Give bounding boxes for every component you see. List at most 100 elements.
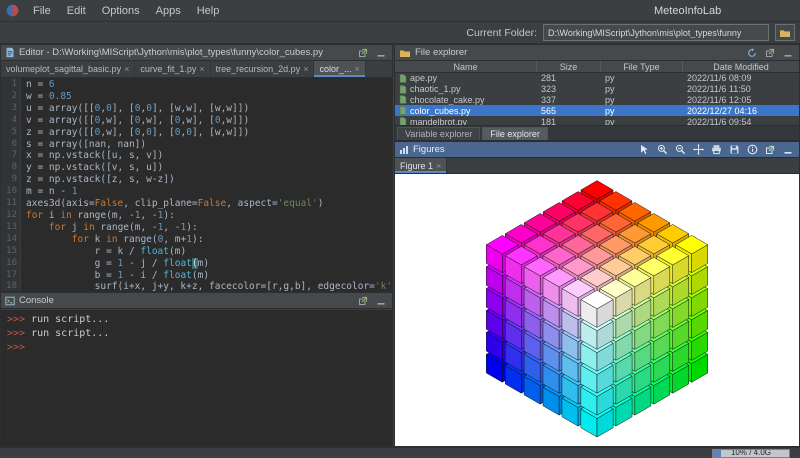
editor-tab-label: curve_fit_1.py — [140, 64, 196, 74]
line-number: 11 — [1, 198, 17, 210]
zoom-in-icon[interactable] — [655, 143, 669, 156]
tab-close-icon[interactable]: × — [303, 64, 308, 74]
editor-tab-curve-fit-1-py[interactable]: curve_fit_1.py× — [135, 61, 210, 77]
column-header-name[interactable]: Name — [395, 61, 537, 72]
color-cubes-plot — [395, 174, 799, 446]
save-icon[interactable] — [727, 143, 741, 156]
code-token: float — [163, 258, 192, 269]
file-name-cell: color_cubes.py — [395, 105, 537, 116]
code-editor[interactable]: 123456789101112131415161718 n = 6w = 0.8… — [1, 78, 392, 291]
menu-options[interactable]: Options — [94, 3, 148, 19]
code-token: , m+ — [163, 234, 186, 245]
figure-tab[interactable]: Figure 1 × — [395, 158, 447, 173]
code-line: m = n - 1 — [26, 186, 392, 198]
menu-file[interactable]: File — [25, 3, 59, 19]
file-type-cell: py — [601, 116, 683, 125]
line-number: 1 — [1, 79, 17, 91]
file-explorer-panel: File explorer NameSizeFile TypeDate Modi… — [394, 44, 800, 141]
code-token: ,w], [ — [140, 115, 174, 126]
float-panel-icon[interactable] — [356, 294, 370, 307]
console-prompt: >>> — [7, 342, 25, 353]
code-token: 1 — [72, 186, 78, 197]
console-line: >>> — [7, 341, 386, 355]
minimize-panel-icon[interactable] — [374, 294, 388, 307]
float-panel-icon[interactable] — [763, 46, 777, 59]
column-header-size[interactable]: Size — [537, 61, 601, 72]
code-token: ): — [192, 234, 203, 245]
minimize-panel-icon[interactable] — [374, 46, 388, 59]
file-row[interactable]: color_cubes.py565py2022/12/27 04:16 — [395, 105, 799, 116]
editor-tab-volumeplot-sagittal-basic-py[interactable]: volumeplot_sagittal_basic.py× — [1, 61, 135, 77]
editor-panel: Editor - D:\Working\MIScript\Jython\mis\… — [0, 44, 393, 292]
file-modified-cell: 2022/12/27 04:16 — [683, 105, 799, 116]
code-line: x = np.vstack([u, s, v]) — [26, 150, 392, 162]
print-icon[interactable] — [709, 143, 723, 156]
info-icon[interactable] — [745, 143, 759, 156]
file-row[interactable]: mandelbrot.py181py2022/11/6 09:54 — [395, 116, 799, 125]
file-row[interactable]: chocolate_cake.py337py2022/11/6 12:05 — [395, 95, 799, 106]
file-size-cell: 323 — [537, 84, 601, 95]
figure-tabbar: Figure 1 × — [395, 158, 799, 174]
select-cursor-icon[interactable] — [637, 143, 651, 156]
menu-help[interactable]: Help — [189, 3, 228, 19]
py-file-icon — [399, 85, 407, 94]
tab-file-explorer[interactable]: File explorer — [482, 127, 548, 140]
minimize-panel-icon[interactable] — [781, 46, 795, 59]
editor-panel-header: Editor - D:\Working\MIScript\Jython\mis\… — [1, 45, 392, 61]
line-number: 6 — [1, 139, 17, 151]
code-token: 'equal' — [278, 198, 318, 209]
menu-edit[interactable]: Edit — [59, 3, 94, 19]
file-row[interactable]: ape.py281py2022/11/6 08:09 — [395, 73, 799, 84]
code-token: range( — [118, 234, 158, 245]
code-token: , - — [163, 222, 180, 233]
tab-close-icon[interactable]: × — [124, 64, 129, 74]
zoom-out-icon[interactable] — [673, 143, 687, 156]
code-token: range(m, - — [95, 222, 158, 233]
figures-panel-title: Figures — [413, 144, 445, 155]
refresh-icon[interactable] — [745, 46, 759, 59]
code-token: ], [w,w], [w,w]]) — [152, 103, 249, 114]
editor-tab-label: color_... — [319, 64, 351, 74]
file-type-cell: py — [601, 73, 683, 84]
float-panel-icon[interactable] — [356, 46, 370, 59]
tab-close-icon[interactable]: × — [199, 64, 204, 74]
editor-tab-tree-recursion-2d-py[interactable]: tree_recursion_2d.py× — [211, 61, 315, 77]
file-size-cell: 565 — [537, 105, 601, 116]
code-line: w = 0.85 — [26, 91, 392, 103]
current-folder-input[interactable] — [543, 24, 769, 41]
code-token — [26, 234, 72, 245]
code-line: n = 6 — [26, 79, 392, 91]
console-command: run script... — [25, 314, 109, 325]
column-header-file-type[interactable]: File Type — [601, 61, 683, 72]
py-file-icon — [399, 95, 407, 104]
line-number: 3 — [1, 103, 17, 115]
file-row[interactable]: chaotic_1.py323py2022/11/6 11:50 — [395, 84, 799, 95]
code-token: 0.85 — [49, 91, 72, 102]
minimize-panel-icon[interactable] — [781, 143, 795, 156]
code-token: - i / — [123, 270, 163, 281]
tab-variable-explorer[interactable]: Variable explorer — [397, 127, 480, 140]
float-panel-icon[interactable] — [763, 143, 777, 156]
line-number: 12 — [1, 210, 17, 222]
column-header-date-modified[interactable]: Date Modified — [683, 61, 799, 72]
figures-panel-header: Figures — [395, 142, 799, 158]
file-name: ape.py — [410, 73, 437, 83]
tab-close-icon[interactable]: × — [436, 161, 441, 171]
editor-tabbar: volumeplot_sagittal_basic.py×curve_fit_1… — [1, 61, 392, 78]
pan-icon[interactable] — [691, 143, 705, 156]
console-input-area[interactable]: >>> run script...>>> run script...>>> — [1, 310, 392, 446]
editor-tab-color[interactable]: color_...× — [314, 61, 365, 77]
figure-canvas[interactable] — [395, 174, 799, 446]
document-icon — [5, 47, 15, 58]
status-bar: 10% / 4.0G — [0, 447, 800, 458]
file-name-cell: chocolate_cake.py — [395, 95, 537, 106]
code-token: for — [26, 210, 43, 221]
code-line: u = array([[0,0], [0,0], [w,w], [w,w]]) — [26, 103, 392, 115]
menu-apps[interactable]: Apps — [148, 3, 189, 19]
memory-usage-label: 10% / 4.0G — [731, 449, 771, 457]
tab-close-icon[interactable]: × — [354, 64, 359, 74]
browse-folder-button[interactable] — [775, 24, 795, 41]
code-token: w = — [26, 91, 49, 102]
code-token: surf(i+x, j+y, k+z, facecolor=[r,g,b], e… — [26, 281, 375, 291]
line-number: 4 — [1, 115, 17, 127]
